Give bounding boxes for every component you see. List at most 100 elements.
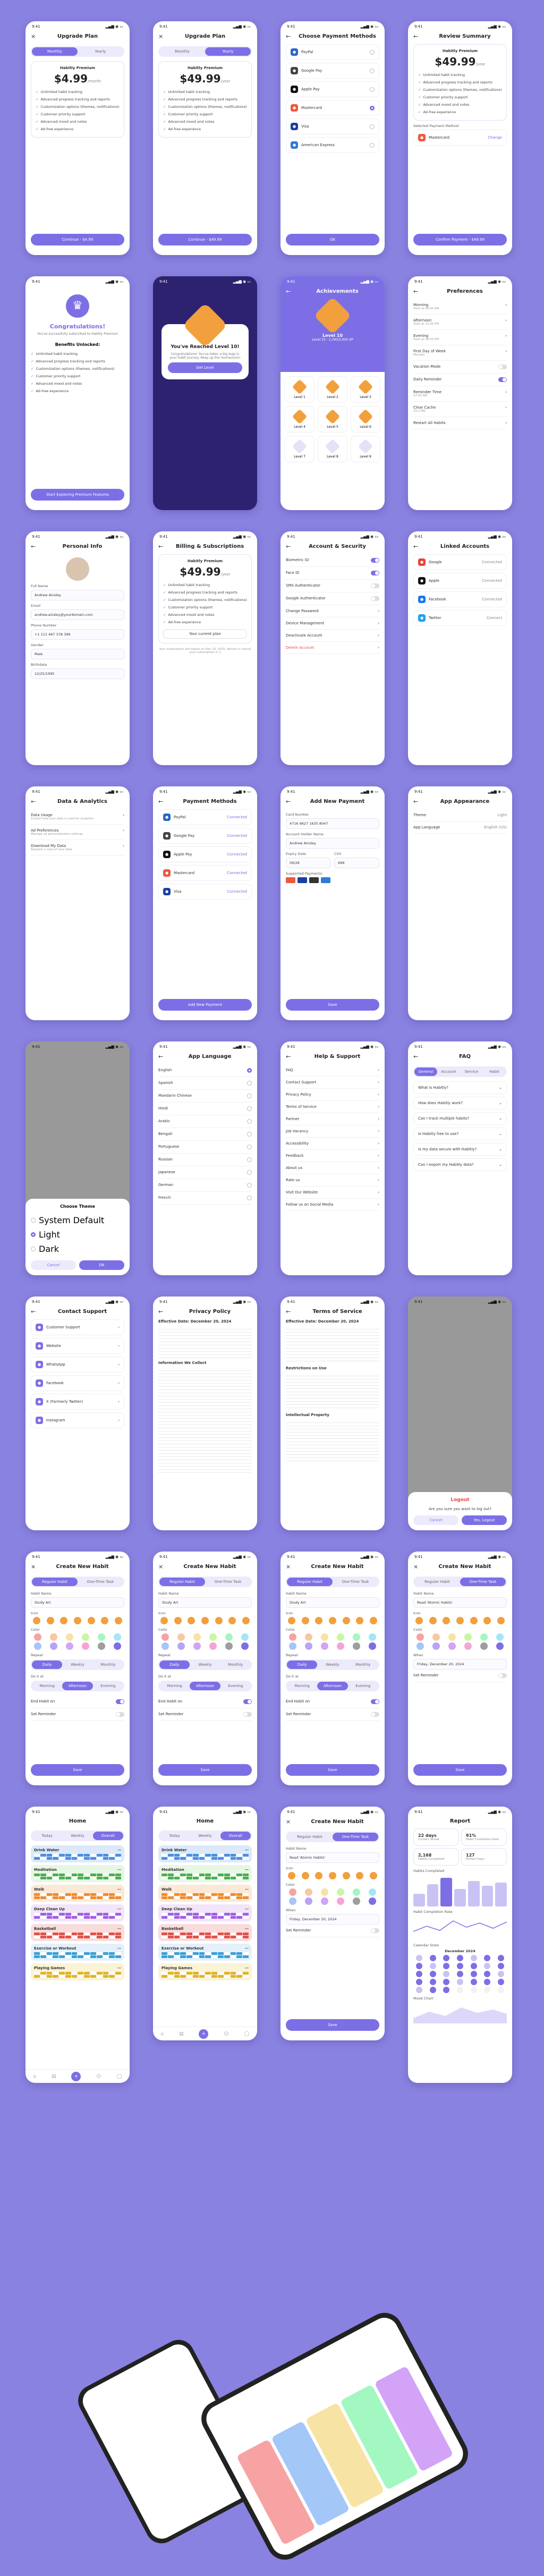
back-icon[interactable]: ← (286, 1053, 292, 1060)
habit-name-field[interactable]: Study Art (158, 1597, 252, 1608)
habit-icon-option[interactable] (73, 1617, 81, 1624)
calendar-day[interactable] (484, 1979, 491, 1985)
color-swatch[interactable] (66, 1633, 74, 1641)
tab-one-time-task[interactable]: One-Time Task (333, 1578, 378, 1586)
toggle-switch[interactable] (371, 1928, 379, 1933)
language-row[interactable]: Arabic (158, 1115, 252, 1128)
time-morning[interactable]: Morning (159, 1682, 190, 1690)
achievement-card[interactable]: Level 6 (351, 406, 380, 433)
radio-button[interactable] (247, 1157, 252, 1162)
toggle-switch[interactable] (116, 1699, 124, 1704)
radio-button[interactable] (247, 1068, 252, 1073)
calendar-day[interactable] (470, 1955, 477, 1961)
habit-icon-option[interactable] (369, 1872, 377, 1879)
back-icon[interactable]: × (31, 33, 37, 40)
contact-row[interactable]: ● X (Formerly Twitter) › (31, 1394, 124, 1410)
repeat-daily[interactable]: Daily (159, 1660, 190, 1669)
back-icon[interactable]: ← (413, 288, 420, 295)
color-swatch[interactable] (448, 1633, 456, 1641)
security-row[interactable]: Deactivate Account › (286, 630, 379, 642)
home-tab[interactable]: Weekly (62, 1832, 92, 1840)
back-icon[interactable]: ← (286, 288, 292, 295)
back-icon[interactable]: ← (158, 1308, 165, 1315)
contact-row[interactable]: ● WhatsApp › (31, 1357, 124, 1372)
preference-row[interactable]: Daily Reminder (413, 374, 507, 386)
color-swatch[interactable] (368, 1897, 376, 1905)
radio-button[interactable] (370, 49, 375, 55)
back-icon[interactable]: ← (31, 798, 37, 805)
expiry-field[interactable]: 09/28 (286, 858, 331, 868)
holder-field[interactable]: Andrew Ainsley (286, 838, 379, 849)
contact-row[interactable]: ● Instagram › (31, 1412, 124, 1428)
habit-icon-option[interactable] (301, 1617, 309, 1624)
calendar-day[interactable] (470, 1987, 477, 1993)
back-icon[interactable]: ← (413, 543, 420, 550)
habit-icon-option[interactable] (33, 1617, 41, 1624)
preference-row[interactable]: Afternoon Start at 12:00 PM › (413, 315, 507, 330)
color-swatch[interactable] (336, 1897, 344, 1905)
save-button[interactable]: Save (31, 1764, 124, 1776)
radio-button[interactable] (247, 1183, 252, 1188)
security-row[interactable]: Change Password › (286, 605, 379, 617)
calendar-day[interactable] (484, 1963, 491, 1969)
more-icon[interactable]: ⋯ (117, 1946, 121, 1951)
mood-icon[interactable]: ☺ (224, 2031, 228, 2037)
help-row[interactable]: Follow us on Social Media › (286, 1199, 379, 1211)
calendar-day[interactable] (443, 1971, 450, 1977)
tab-yearly[interactable]: Yearly (205, 47, 251, 56)
birthdate-field[interactable]: 12/25/1995 (31, 668, 124, 679)
back-icon[interactable]: ← (413, 33, 420, 40)
linked-account-row[interactable]: ● Twitter Connect (413, 610, 507, 626)
toggle-switch[interactable] (116, 1712, 124, 1717)
payment-option[interactable]: ● Visa (286, 118, 379, 134)
avatar[interactable] (66, 557, 89, 581)
habit-name-field[interactable]: Study Art (31, 1597, 124, 1608)
tab-monthly[interactable]: Monthly (32, 47, 78, 56)
calendar-day[interactable] (416, 1979, 423, 1985)
tab-regular-habit[interactable]: Regular Habit (287, 1578, 333, 1586)
more-icon[interactable]: ⋯ (117, 1966, 121, 1970)
toggle-switch[interactable] (371, 1712, 379, 1717)
color-swatch[interactable] (97, 1633, 105, 1641)
habit-icon-option[interactable] (342, 1617, 350, 1624)
calendar-day[interactable] (416, 1987, 423, 1993)
habit-card[interactable]: Drink Water ⋯ (158, 1845, 252, 1862)
language-row[interactable]: Bengali (158, 1128, 252, 1141)
calendar-day[interactable] (497, 1971, 504, 1977)
language-row[interactable]: Portuguese (158, 1141, 252, 1154)
habit-card[interactable]: Exercise or Workout ⋯ (31, 1944, 124, 1961)
repeat-daily[interactable]: Daily (287, 1660, 318, 1669)
save-button[interactable]: Save (286, 1764, 379, 1776)
payment-option[interactable]: ● PayPal (286, 44, 379, 60)
color-swatch[interactable] (432, 1633, 440, 1641)
color-swatch[interactable] (352, 1642, 360, 1650)
help-row[interactable]: Feedback › (286, 1150, 379, 1162)
close-icon[interactable]: × (413, 1563, 420, 1570)
color-swatch[interactable] (321, 1642, 329, 1650)
toggle-switch[interactable] (371, 571, 379, 575)
help-row[interactable]: Privacy Policy › (286, 1089, 379, 1101)
language-row[interactable]: French (158, 1192, 252, 1205)
habit-icon-option[interactable] (429, 1617, 437, 1624)
home-tab[interactable]: Today (159, 1832, 190, 1840)
home-tab[interactable]: Overall (92, 1832, 123, 1840)
habit-card[interactable]: Playing Games ⋯ (158, 1963, 252, 1980)
home-icon[interactable]: ⌂ (160, 2031, 164, 2037)
color-swatch[interactable] (66, 1642, 74, 1650)
connection-status[interactable]: Connected (482, 560, 502, 564)
plus-icon[interactable]: + (199, 2029, 209, 2039)
calendar-day[interactable] (456, 1963, 463, 1969)
more-icon[interactable]: ⋯ (245, 1966, 249, 1970)
help-row[interactable]: Partner › (286, 1113, 379, 1125)
security-row[interactable]: Delete Account › (286, 642, 379, 654)
ok-button[interactable]: OK (286, 234, 379, 245)
toggle-switch[interactable] (371, 583, 379, 588)
toggle-switch[interactable] (371, 558, 379, 563)
reminder-row[interactable]: Set Reminder (413, 1670, 507, 1682)
calendar-day[interactable] (497, 1955, 504, 1961)
calendar-day[interactable] (470, 1979, 477, 1985)
tab-one-time-task[interactable]: One-Time Task (205, 1578, 251, 1586)
habit-icon-option[interactable] (288, 1872, 296, 1879)
color-swatch[interactable] (209, 1642, 217, 1650)
color-swatch[interactable] (289, 1897, 297, 1905)
